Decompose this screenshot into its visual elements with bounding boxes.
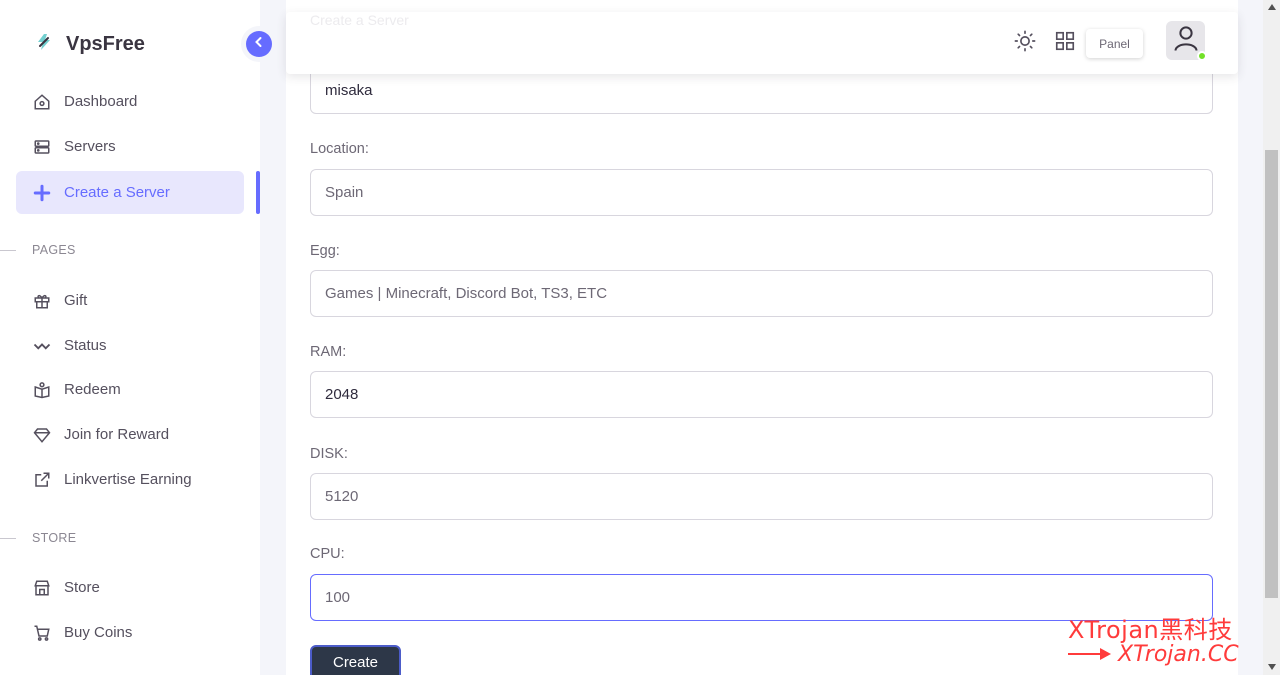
user-icon	[1171, 23, 1201, 58]
top-navbar: Panel Create a Server	[286, 12, 1238, 74]
server-name-field[interactable]: misaka	[310, 67, 1213, 114]
cart-icon	[32, 623, 52, 643]
sidebar-item-label: Servers	[64, 138, 116, 155]
egg-label: Egg:	[310, 243, 340, 259]
sun-icon	[1014, 30, 1036, 57]
sidebar-item-create-server[interactable]: Create a Server	[16, 171, 244, 214]
brand-name: VpsFree	[66, 33, 145, 55]
navbar-ghost-text: Create a Server	[310, 12, 409, 28]
scroll-up-icon[interactable]	[1267, 2, 1276, 11]
sidebar-item-buy-coins[interactable]: Buy Coins	[16, 611, 244, 654]
avatar[interactable]	[1166, 21, 1207, 61]
plus-icon	[32, 183, 52, 203]
home-icon	[32, 92, 52, 112]
sidebar-item-label: Buy Coins	[64, 624, 133, 641]
panel-button[interactable]: Panel	[1086, 29, 1143, 58]
sidebar-item-label: Redeem	[64, 381, 121, 398]
egg-select[interactable]: Games | Minecraft, Discord Bot, TS3, ETC	[310, 270, 1213, 317]
book-icon	[32, 380, 52, 400]
sidebar-item-label: Status	[64, 337, 107, 354]
sidebar-collapse-button[interactable]	[246, 31, 272, 57]
diamond-icon	[32, 425, 52, 445]
ram-label: RAM:	[310, 344, 347, 360]
sidebar-item-linkvertise[interactable]: Linkvertise Earning	[16, 458, 244, 501]
sidebar-item-label: Join for Reward	[64, 426, 170, 443]
logo-icon	[34, 32, 54, 57]
sidebar-item-store[interactable]: Store	[16, 566, 244, 609]
create-button[interactable]: Create	[310, 645, 401, 675]
location-label: Location:	[310, 141, 369, 157]
chevron-left-icon	[253, 35, 265, 53]
store-icon	[32, 578, 52, 598]
activity-icon	[32, 336, 52, 356]
apps-button[interactable]	[1053, 31, 1077, 55]
watermark-url-row: XTrojan.CC	[1068, 642, 1239, 667]
sidebar-item-label: Gift	[64, 292, 88, 309]
arrow-right-icon	[1068, 642, 1112, 667]
sidebar-item-status[interactable]: Status	[16, 324, 244, 367]
server-icon	[32, 137, 52, 157]
sidebar-item-label: Store	[64, 579, 100, 596]
watermark-url: XTrojan.CC	[1118, 642, 1239, 667]
active-indicator	[256, 171, 260, 214]
brand[interactable]: VpsFree	[34, 32, 145, 57]
page-scrollbar[interactable]	[1263, 0, 1280, 675]
gift-icon	[32, 291, 52, 311]
disk-label: DISK:	[310, 446, 348, 462]
sidebar-item-servers[interactable]: Servers	[16, 125, 244, 168]
theme-toggle-button[interactable]	[1013, 30, 1037, 57]
sidebar-item-redeem[interactable]: Redeem	[16, 368, 244, 411]
sidebar-item-gift[interactable]: Gift	[16, 279, 244, 322]
ram-field[interactable]: 2048	[310, 371, 1213, 418]
sidebar-item-label: Create a Server	[64, 184, 170, 201]
watermark-title: XTrojan黑科技	[1068, 616, 1233, 644]
sidebar-item-join-reward[interactable]: Join for Reward	[16, 413, 244, 456]
grid-icon	[1054, 30, 1076, 57]
location-select[interactable]: Spain	[310, 169, 1213, 216]
section-header-store: STORE	[0, 531, 76, 545]
disk-field[interactable]: 5120	[310, 473, 1213, 520]
external-link-icon	[32, 470, 52, 490]
section-header-pages: PAGES	[0, 243, 76, 257]
sidebar-item-label: Linkvertise Earning	[64, 471, 192, 488]
sidebar: VpsFree Dashboard Servers Create a Serve…	[0, 0, 260, 675]
cpu-label: CPU:	[310, 546, 345, 562]
sidebar-item-dashboard[interactable]: Dashboard	[16, 80, 244, 123]
sidebar-item-label: Dashboard	[64, 93, 138, 110]
online-status-dot	[1197, 51, 1207, 61]
scroll-thumb[interactable]	[1265, 150, 1278, 598]
scroll-down-icon[interactable]	[1267, 662, 1276, 671]
